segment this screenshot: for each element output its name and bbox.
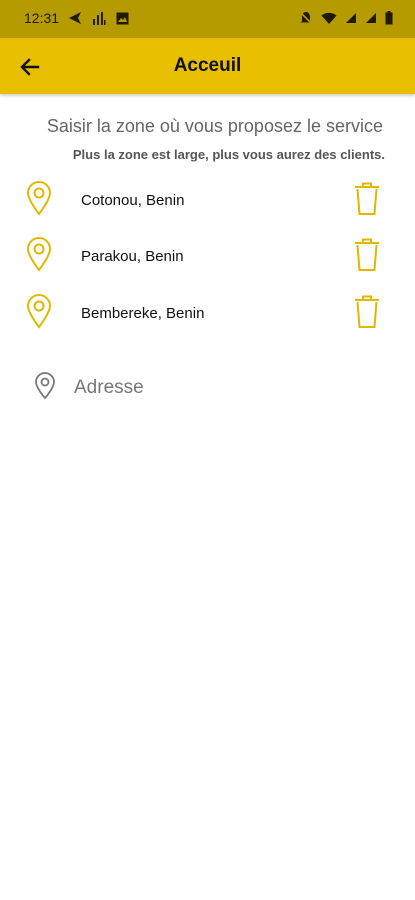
zone-item-bembereke: Bembereke, Benin bbox=[0, 293, 415, 337]
page-title: Acceuil bbox=[173, 55, 242, 76]
zone-item-cotonou: Cotonou, Benin bbox=[0, 180, 415, 224]
instruction-subtext: Plus la zone est large, plus vous aurez … bbox=[72, 147, 385, 162]
wifi-icon bbox=[321, 12, 337, 24]
cell-signal-icon bbox=[346, 13, 356, 23]
send-icon bbox=[69, 12, 81, 24]
status-left-icons bbox=[68, 11, 129, 25]
trash-icon bbox=[355, 182, 379, 215]
address-row bbox=[0, 370, 415, 410]
zone-label: Bembereke, Benin bbox=[81, 305, 205, 322]
signal-bars-icon bbox=[93, 12, 106, 25]
app-bar: Acceuil bbox=[0, 38, 415, 94]
location-pin-icon bbox=[26, 181, 52, 216]
cell-signal-icon bbox=[366, 13, 376, 23]
delete-zone-button[interactable] bbox=[353, 238, 381, 277]
address-input[interactable] bbox=[72, 372, 376, 404]
location-pin-icon bbox=[35, 372, 55, 400]
delete-zone-button[interactable] bbox=[353, 295, 381, 334]
location-pin-icon bbox=[26, 294, 52, 329]
mute-bell-icon bbox=[299, 11, 313, 25]
battery-icon bbox=[385, 11, 393, 25]
trash-icon bbox=[355, 238, 379, 271]
location-pin-icon bbox=[26, 237, 52, 272]
zone-label: Cotonou, Benin bbox=[81, 192, 185, 209]
image-icon bbox=[116, 12, 129, 24]
trash-icon bbox=[355, 295, 379, 328]
zone-label: Parakou, Benin bbox=[81, 248, 184, 265]
instruction-text: Saisir la zone où vous proposez le servi… bbox=[46, 116, 383, 136]
status-right-icons bbox=[299, 11, 393, 25]
status-time: 12:31 bbox=[24, 10, 60, 26]
status-bar: 12:31 bbox=[0, 0, 415, 38]
delete-zone-button[interactable] bbox=[353, 182, 381, 221]
zone-item-parakou: Parakou, Benin bbox=[0, 236, 415, 280]
